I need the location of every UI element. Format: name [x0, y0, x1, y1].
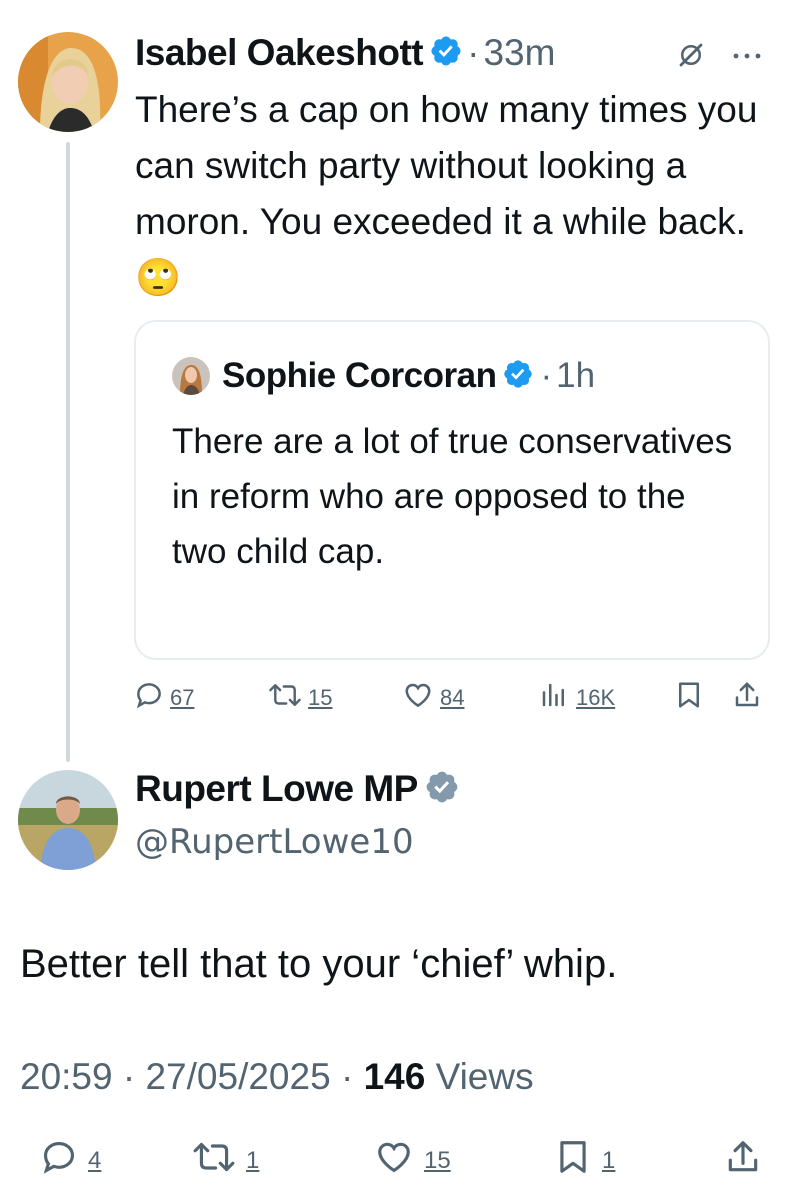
heart-icon [374, 1138, 414, 1183]
bookmark-button[interactable]: 1 [554, 1138, 615, 1183]
repost-count: 15 [308, 685, 333, 710]
verified-badge-icon [502, 358, 534, 395]
bookmark-icon [554, 1138, 592, 1183]
views-count: 16K [576, 685, 616, 710]
parent-author-name[interactable]: Isabel Oakeshott [135, 32, 424, 74]
repost-icon [192, 1138, 236, 1183]
quoted-author-name: Sophie Corcoran [222, 356, 497, 395]
quoted-tweet-time: 1h [556, 356, 596, 395]
like-count: 15 [424, 1146, 451, 1174]
quoted-tweet-card[interactable]: Sophie Corcoran · 1h There are a lot of … [134, 320, 770, 660]
repost-button[interactable]: 1 [192, 1138, 259, 1183]
quoted-header-separator: · [540, 356, 553, 395]
share-icon [724, 1138, 762, 1183]
reply-tweet-date[interactable]: 27/05/2025 [145, 1056, 330, 1097]
reply-tweet-actions: 4 1 15 1 [0, 1138, 789, 1184]
rupert-lowe-avatar[interactable] [18, 770, 118, 870]
parent-tweet-text: There’s a cap on how many times you can … [135, 89, 758, 298]
reply-tweet-header: Rupert Lowe MP [135, 768, 460, 810]
reply-tweet-text: Better tell that to your ‘chief’ whip. [20, 942, 618, 986]
quoted-tweet-text: There are a lot of true conservatives in… [172, 422, 733, 571]
reply-count: 4 [88, 1146, 102, 1174]
repost-icon [268, 680, 302, 716]
reply-button[interactable]: 67 [134, 680, 194, 716]
thread-connector-line [66, 142, 70, 762]
share-icon [732, 680, 762, 716]
bookmark-count: 1 [602, 1146, 616, 1174]
parent-tweet-time[interactable]: 33m [483, 32, 555, 74]
reply-icon [134, 680, 164, 716]
reply-author-handle[interactable]: @RupertLowe10 [135, 822, 414, 862]
bookmark-icon [674, 680, 704, 716]
quoted-tweet-header: Sophie Corcoran · 1h [172, 356, 595, 396]
verified-badge-icon [424, 769, 460, 810]
reply-tweet-time[interactable]: 20:59 [20, 1056, 113, 1097]
more-options-icon[interactable] [732, 48, 762, 66]
bookmark-button[interactable] [674, 680, 704, 716]
isabel-oakeshott-avatar[interactable] [18, 32, 118, 132]
share-button[interactable] [724, 1138, 762, 1183]
reply-tweet-meta: 20:59 · 27/05/2025 · 146 Views [20, 1056, 534, 1098]
sophie-corcoran-avatar [172, 357, 210, 395]
verified-badge-icon [429, 34, 463, 73]
header-separator: · [467, 32, 480, 73]
like-button[interactable]: 15 [374, 1138, 451, 1183]
reply-button[interactable]: 4 [40, 1138, 101, 1183]
reply-views-count: 146 [363, 1056, 426, 1097]
like-count: 84 [440, 685, 465, 710]
parent-tweet-header: Isabel Oakeshott · 33m [135, 28, 555, 78]
share-button[interactable] [732, 680, 762, 716]
reply-views-label: Views [435, 1056, 534, 1097]
heart-icon [402, 680, 434, 716]
repost-button[interactable]: 15 [268, 680, 332, 716]
meta-separator: · [122, 1056, 136, 1097]
repost-count: 1 [246, 1146, 260, 1174]
grok-icon[interactable] [676, 40, 706, 75]
analytics-icon [538, 680, 570, 716]
like-button[interactable]: 84 [402, 680, 464, 716]
parent-tweet-actions: 67 15 84 16K [134, 680, 774, 724]
meta-separator: · [340, 1056, 354, 1097]
reply-author-name[interactable]: Rupert Lowe MP [135, 768, 418, 810]
views-button[interactable]: 16K [538, 680, 615, 716]
reply-icon [40, 1138, 78, 1183]
reply-count: 67 [170, 685, 195, 710]
